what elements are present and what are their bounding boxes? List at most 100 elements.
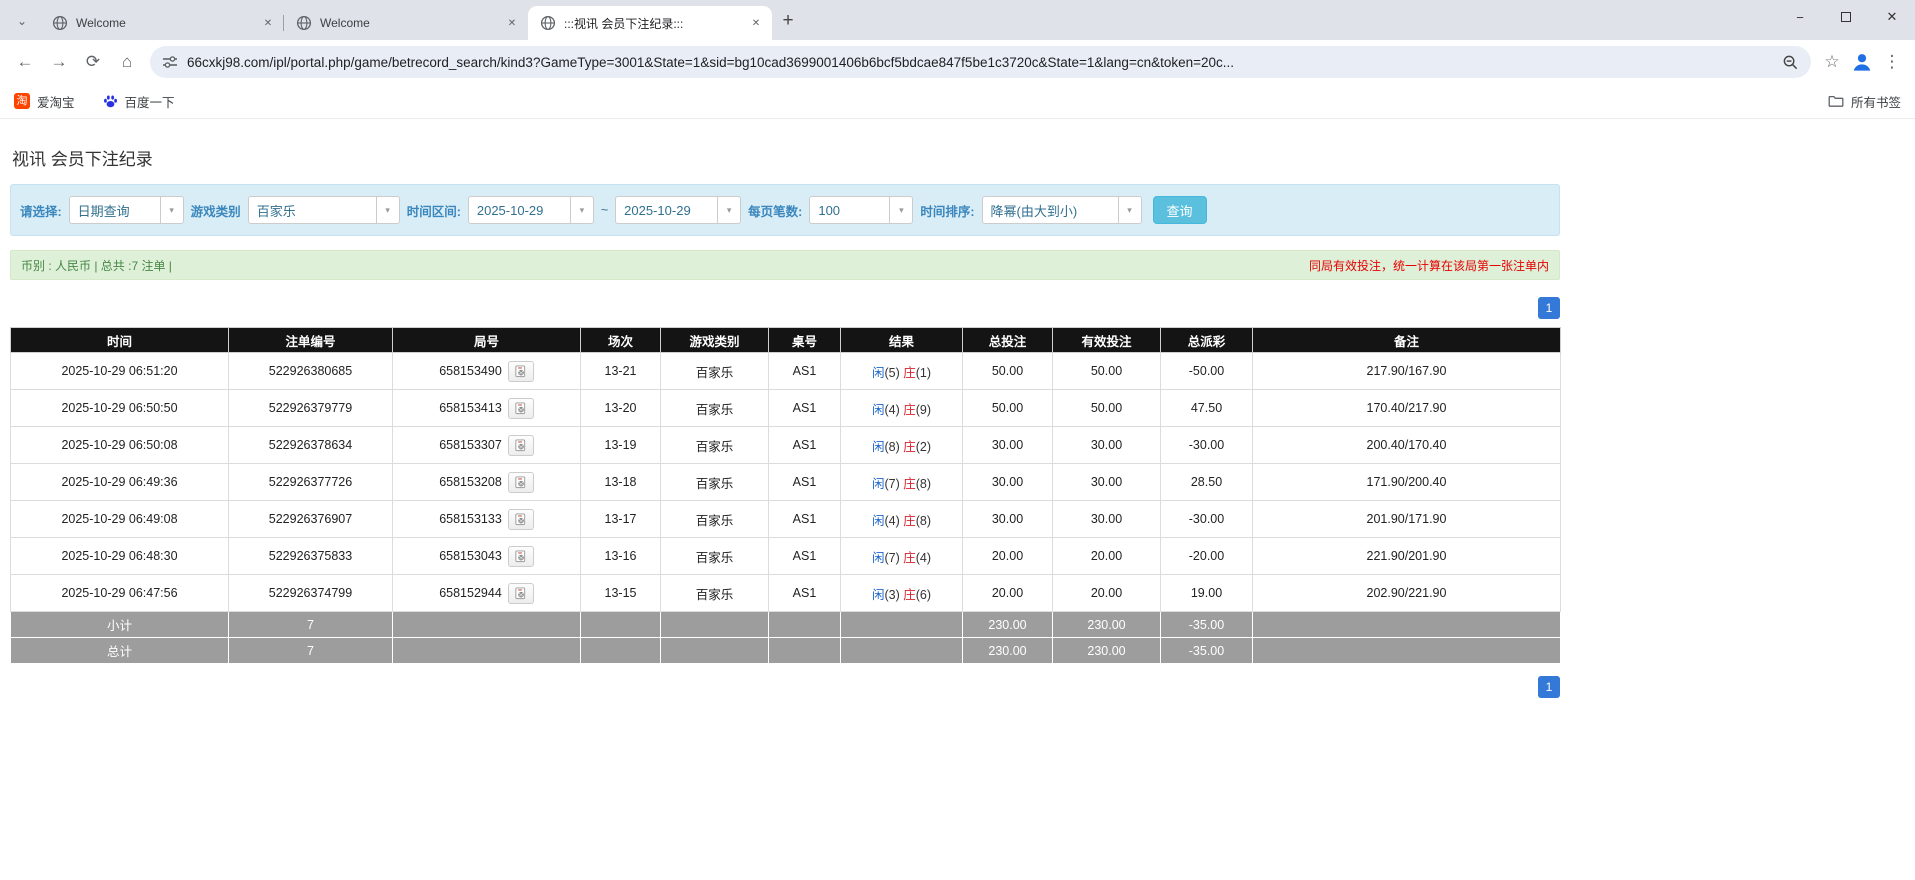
header-session: 场次	[580, 327, 661, 353]
tab-title: :::视讯 会员下注纪录:::	[564, 16, 684, 31]
close-button[interactable]: ✕	[1869, 0, 1915, 34]
result-banker-points: (2)	[915, 439, 932, 454]
cell-round: 658153307	[392, 426, 581, 464]
cell-remark: 221.90/201.90	[1252, 537, 1561, 575]
back-icon[interactable]: ←	[8, 45, 42, 79]
tab-search-button[interactable]: ⌄	[8, 7, 36, 35]
maximize-button[interactable]	[1823, 0, 1869, 34]
cell-result: 闲(3) 庄(6)	[840, 574, 963, 612]
table-row: 2025-10-29 06:51:20 522926380685 658153490…	[10, 352, 1561, 390]
cell-result: 闲(7) 庄(8)	[840, 463, 963, 501]
cell-table-no: AS1	[768, 389, 841, 427]
menu-dots-icon[interactable]: ⋮	[1877, 47, 1907, 77]
date-from-select[interactable]: 2025-10-29 ▾	[467, 196, 594, 224]
home-icon[interactable]: ⌂	[110, 45, 144, 79]
cell-table-no: AS1	[768, 537, 841, 575]
cell-total-bet[interactable]: 20.00	[962, 537, 1053, 575]
page-1-button[interactable]: 1	[1538, 297, 1560, 319]
minimize-button[interactable]: −	[1777, 0, 1823, 34]
cell-game-type: 百家乐	[660, 537, 769, 575]
zoom-icon[interactable]	[1782, 54, 1799, 71]
total-row-valid-bet: 230.00	[1052, 637, 1161, 664]
profile-avatar[interactable]	[1847, 47, 1877, 77]
result-player-label: 闲	[871, 365, 885, 380]
cell-total-bet[interactable]: 30.00	[962, 500, 1053, 538]
cell-time: 2025-10-29 06:49:36	[10, 463, 229, 501]
all-bookmarks[interactable]: 所有书签	[1828, 92, 1901, 111]
video-replay-button[interactable]	[507, 360, 534, 382]
address-bar[interactable]: 66cxkj98.com/ipl/portal.php/game/betreco…	[150, 46, 1811, 78]
game-type-select[interactable]: 百家乐 ▾	[247, 196, 400, 224]
video-replay-button[interactable]	[507, 397, 534, 419]
summary-bar: 币别 : 人民币 | 总共 :7 注单 | 同局有效投注，统一计算在该局第一张注…	[10, 250, 1560, 280]
cell-payout: -30.00	[1160, 500, 1253, 538]
date-to-select[interactable]: 2025-10-29 ▾	[615, 196, 742, 224]
bookmark-baidu[interactable]: 百度一下	[103, 92, 175, 111]
cell-valid-bet: 50.00	[1052, 389, 1161, 427]
taobao-icon: 淘	[14, 93, 30, 109]
select-type-label: 请选择:	[20, 204, 62, 219]
result-player-points: (5)	[884, 365, 900, 380]
browser-tab-2[interactable]: Welcome ✕	[284, 6, 528, 40]
table-row: 2025-10-29 06:50:08 522926378634 658153307…	[10, 426, 1561, 464]
tab-strip: ⌄ Welcome ✕ Welcome ✕ :::视讯 会员下注纪录::: ✕ …	[0, 0, 1915, 40]
bookmark-label: 爱淘宝	[37, 95, 75, 110]
cell-total-bet[interactable]: 30.00	[962, 463, 1053, 501]
video-replay-button[interactable]	[507, 471, 534, 493]
cell-round: 658153133	[392, 500, 581, 538]
cell-session: 13-20	[580, 389, 661, 427]
reload-icon[interactable]: ⟳	[76, 45, 110, 79]
video-replay-button[interactable]	[507, 582, 534, 604]
search-button[interactable]: 查询	[1152, 196, 1207, 224]
query-type-select[interactable]: 日期查询 ▾	[68, 196, 184, 224]
browser-toolbar: ← → ⟳ ⌂ 66cxkj98.com/ipl/portal.php/game…	[0, 40, 1915, 84]
result-banker-label: 庄	[903, 513, 916, 528]
cell-total-bet[interactable]: 50.00	[962, 352, 1053, 390]
browser-tab-1[interactable]: Welcome ✕	[40, 6, 284, 40]
page-size-value: 100	[818, 202, 841, 218]
video-replay-button[interactable]	[507, 434, 534, 456]
round-number: 658152944	[439, 585, 502, 600]
bookmark-aitaobao[interactable]: 淘 爱淘宝	[14, 92, 75, 111]
cell-bet-id: 522926374799	[228, 574, 393, 612]
result-banker-points: (4)	[915, 550, 932, 565]
total-row-payout: -35.00	[1160, 637, 1253, 664]
chevron-down-icon: ▾	[717, 197, 740, 223]
video-replay-button[interactable]	[507, 508, 534, 530]
tab-close-icon[interactable]: ✕	[504, 15, 520, 31]
subtotal-row-label: 小计	[10, 611, 229, 638]
total-row-total-bet: 230.00	[962, 637, 1053, 664]
result-banker-points: (8)	[915, 476, 932, 491]
site-info-icon[interactable]	[162, 54, 178, 70]
bookmark-label: 百度一下	[124, 95, 175, 110]
browser-tab-active[interactable]: :::视讯 会员下注纪录::: ✕	[528, 6, 772, 40]
chevron-down-icon: ▾	[1117, 197, 1141, 223]
cell-table-no: AS1	[768, 500, 841, 538]
cell-total-bet[interactable]: 20.00	[962, 574, 1053, 612]
cell-table-no: AS1	[768, 352, 841, 390]
page-size-select[interactable]: 100 ▾	[809, 196, 914, 224]
bookmark-star-icon[interactable]: ☆	[1817, 47, 1847, 77]
url-text[interactable]: 66cxkj98.com/ipl/portal.php/game/betreco…	[187, 55, 1773, 70]
game-type-label: 游戏类别	[190, 204, 241, 219]
cell-payout: -20.00	[1160, 537, 1253, 575]
tab-title: Welcome	[76, 16, 126, 30]
pagination-bottom: 1	[10, 676, 1560, 698]
cell-total-bet[interactable]: 30.00	[962, 426, 1053, 464]
result-player-label: 闲	[871, 402, 885, 417]
video-replay-button[interactable]	[507, 545, 534, 567]
new-tab-button[interactable]: +	[774, 7, 802, 35]
result-player-label: 闲	[871, 513, 885, 528]
cell-payout: 47.50	[1160, 389, 1253, 427]
page-1-button[interactable]: 1	[1538, 676, 1560, 698]
cell-game-type: 百家乐	[660, 426, 769, 464]
forward-icon[interactable]: →	[42, 45, 76, 79]
sort-label: 时间排序:	[920, 204, 975, 219]
cell-total-bet[interactable]: 50.00	[962, 389, 1053, 427]
cell-time: 2025-10-29 06:47:56	[10, 574, 229, 612]
cell-payout: -50.00	[1160, 352, 1253, 390]
tab-close-icon[interactable]: ✕	[260, 15, 276, 31]
cell-table-no: AS1	[768, 463, 841, 501]
tab-close-icon[interactable]: ✕	[748, 15, 764, 31]
sort-select[interactable]: 降幂(由大到小) ▾	[981, 196, 1142, 224]
